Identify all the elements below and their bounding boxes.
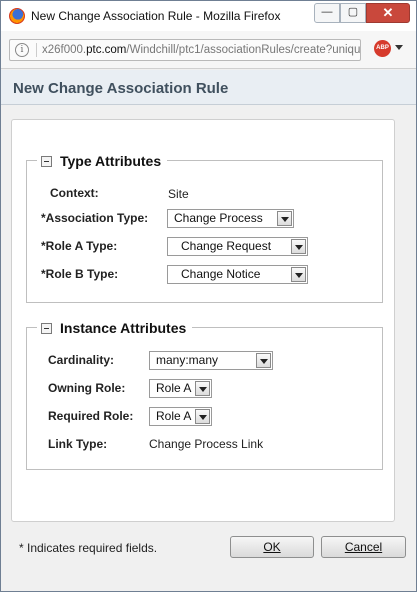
ok-button[interactable]: OK (230, 536, 314, 558)
owning-role-select[interactable]: Role A (149, 379, 212, 398)
url-path: /Windchill/ptc1/associationRules/create?… (126, 44, 361, 56)
role-a-type-label: *Role A Type: (41, 239, 118, 253)
owning-role-label: Owning Role: (48, 381, 126, 395)
url-separator (36, 43, 37, 57)
dropdown-arrow-icon[interactable] (256, 353, 271, 368)
close-button[interactable]: ✕ (366, 3, 410, 23)
role-a-type-value: Change Request (181, 239, 272, 253)
url-domain: ptc.com (86, 44, 127, 56)
browser-window: New Change Association Rule - Mozilla Fi… (0, 0, 417, 592)
context-value: Site (168, 187, 189, 201)
adblock-plus-icon[interactable]: ABP (374, 40, 391, 57)
minimize-button[interactable]: — (314, 3, 340, 23)
addon-menu-caret-icon[interactable] (395, 45, 403, 50)
dropdown-arrow-icon[interactable] (195, 409, 210, 424)
cancel-button-label: Cancel (344, 540, 383, 554)
instance-attributes-group: Instance Attributes Cardinality: many:ma… (26, 318, 383, 470)
role-a-type-row: *Role A Type: (41, 236, 117, 256)
type-attributes-heading: Type Attributes (60, 153, 162, 169)
required-fields-note: * Indicates required fields. (19, 541, 158, 555)
navigation-bar: i x26f000.ptc.com/Windchill/ptc1/associa… (1, 31, 416, 69)
dropdown-arrow-icon[interactable] (291, 267, 306, 282)
required-role-select[interactable]: Role A (149, 407, 212, 426)
type-attributes-legend: Type Attributes (37, 151, 168, 171)
context-label: Context: (50, 186, 99, 200)
instance-attributes-legend: Instance Attributes (37, 318, 193, 338)
address-bar[interactable]: i x26f000.ptc.com/Windchill/ptc1/associa… (9, 39, 361, 61)
association-type-row: *Association Type: (41, 208, 148, 228)
owning-role-value: Role A (156, 381, 192, 395)
required-role-row: Required Role: (48, 406, 133, 426)
firefox-icon (9, 8, 25, 24)
role-b-type-select[interactable]: Change Notice (167, 265, 308, 284)
dropdown-arrow-icon[interactable] (195, 381, 210, 396)
cardinality-row: Cardinality: (48, 350, 114, 370)
page-header: New Change Association Rule (1, 70, 416, 105)
dropdown-arrow-icon[interactable] (291, 239, 306, 254)
association-type-value: Change Process (174, 211, 263, 225)
owning-role-row: Owning Role: (48, 378, 125, 398)
role-b-type-value: Change Notice (181, 267, 261, 281)
url-text: x26f000.ptc.com/Windchill/ptc1/associati… (42, 44, 360, 56)
window-title: New Change Association Rule - Mozilla Fi… (31, 9, 281, 23)
role-b-type-label: *Role B Type: (41, 267, 119, 281)
required-role-label: Required Role: (48, 409, 134, 423)
instance-attributes-heading: Instance Attributes (60, 320, 187, 336)
cardinality-label: Cardinality: (48, 353, 115, 367)
link-type-value: Change Process Link (149, 437, 264, 451)
info-icon[interactable]: i (15, 43, 29, 57)
cancel-button[interactable]: Cancel (321, 536, 406, 558)
title-bar: New Change Association Rule - Mozilla Fi… (1, 1, 416, 31)
role-b-type-row: *Role B Type: (41, 264, 118, 284)
maximize-button[interactable]: ▢ (340, 3, 366, 23)
type-attributes-group: Type Attributes Context: Site *Associati… (26, 151, 383, 303)
role-a-type-select[interactable]: Change Request (167, 237, 308, 256)
ok-button-label: OK (263, 540, 281, 554)
context-row: Context: (50, 183, 99, 203)
link-type-label: Link Type: (48, 437, 108, 451)
cardinality-select[interactable]: many:many (149, 351, 273, 370)
collapse-icon[interactable] (41, 322, 52, 334)
association-type-select[interactable]: Change Process (167, 209, 294, 228)
page-title: New Change Association Rule (13, 80, 229, 97)
form-panel: Type Attributes Context: Site *Associati… (11, 119, 395, 522)
required-role-value: Role A (156, 409, 192, 423)
link-type-row: Link Type: (48, 434, 107, 454)
cardinality-value: many:many (156, 353, 219, 367)
collapse-icon[interactable] (41, 155, 52, 167)
url-prefix: x26f000. (42, 44, 87, 56)
dropdown-arrow-icon[interactable] (277, 211, 292, 226)
association-type-label: *Association Type: (41, 211, 149, 225)
